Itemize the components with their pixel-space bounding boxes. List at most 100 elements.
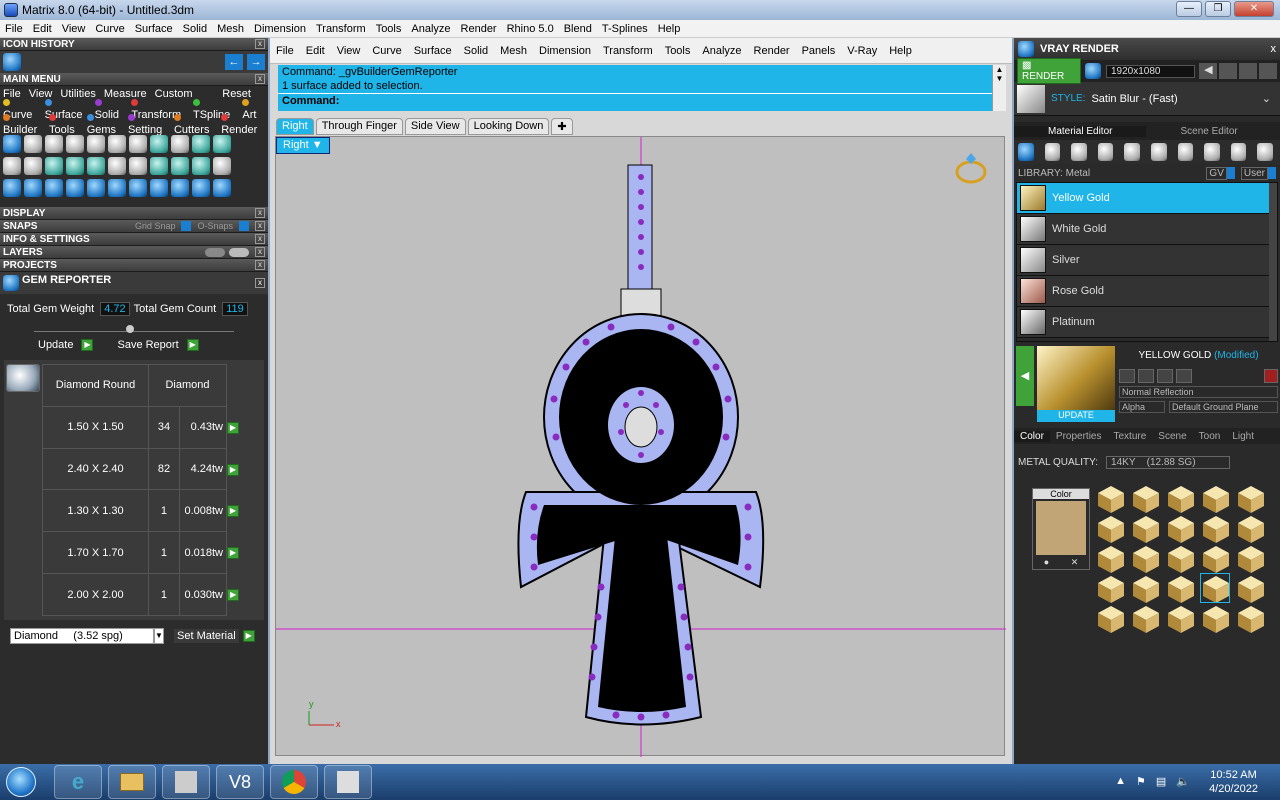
color-picker-icon[interactable]: ●: [1044, 557, 1049, 568]
close-icon[interactable]: x: [255, 208, 265, 218]
tab-toon[interactable]: Toon: [1193, 431, 1227, 442]
metal-preset-cube[interactable]: [1236, 604, 1264, 633]
menu-mesh[interactable]: Mesh: [212, 23, 249, 35]
trim-tool-icon[interactable]: [45, 179, 63, 197]
tool-icon[interactable]: [1119, 369, 1135, 383]
material-yellow-gold[interactable]: Yellow Gold: [1017, 183, 1277, 214]
material-scrollbar[interactable]: [1269, 183, 1277, 341]
render-button[interactable]: ▩ RENDER: [1017, 58, 1082, 84]
minimize-button[interactable]: —: [1176, 1, 1202, 17]
menu-blend[interactable]: Blend: [559, 23, 597, 35]
grid-snap-toggle[interactable]: [181, 221, 192, 231]
metal-preset-cube[interactable]: [1236, 574, 1264, 603]
row-select-button[interactable]: ▶: [227, 463, 239, 476]
bend-tool-icon[interactable]: [171, 179, 189, 197]
menu-file[interactable]: File: [0, 23, 28, 35]
cat-setting[interactable]: Setting: [127, 112, 170, 136]
color-swatch[interactable]: [1036, 501, 1086, 555]
viewport[interactable]: Right ▼ y x: [275, 136, 1006, 757]
eye-icon[interactable]: [229, 247, 249, 257]
rewind-icon[interactable]: ◀: [1199, 63, 1218, 79]
tab-material-editor[interactable]: Material Editor: [1014, 125, 1147, 137]
row-select-button[interactable]: ▶: [227, 547, 239, 560]
metal-preset-cube[interactable]: [1131, 604, 1159, 633]
curve-tool-icon[interactable]: [24, 179, 42, 197]
cutter-tool-icon[interactable]: [87, 135, 105, 153]
collapse-arrow-icon[interactable]: ◀: [1016, 346, 1034, 406]
gem-slider[interactable]: [34, 322, 234, 333]
main-menu-header[interactable]: MAIN MENU x: [0, 73, 268, 86]
cat-tools[interactable]: Tools: [49, 112, 83, 136]
row-select-button[interactable]: ▶: [227, 589, 240, 602]
material-silver[interactable]: Silver: [1017, 245, 1277, 276]
tab-through-finger[interactable]: Through Finger: [315, 118, 403, 135]
move-tool-icon[interactable]: [87, 179, 105, 197]
drop-icon[interactable]: [1018, 143, 1034, 161]
main-menu-help[interactable]: Help: [883, 45, 918, 57]
sweep-tool-icon[interactable]: [192, 157, 210, 175]
close-icon[interactable]: x: [255, 234, 265, 244]
main-menu-analyze[interactable]: Analyze: [696, 45, 747, 57]
slider-handle[interactable]: [126, 325, 134, 333]
tab-color[interactable]: Color: [1014, 430, 1050, 442]
tab-properties[interactable]: Properties: [1050, 431, 1108, 442]
metal-preset-cube[interactable]: [1096, 544, 1124, 573]
shank-tool-icon[interactable]: [150, 135, 168, 153]
main-menu-panels[interactable]: Panels: [796, 45, 842, 57]
pen-tool-icon[interactable]: [171, 135, 189, 153]
metal-preset-cube[interactable]: [1201, 514, 1229, 543]
metal-preset-cube[interactable]: [1166, 514, 1194, 543]
pave-tool-icon[interactable]: [129, 135, 147, 153]
reset-icon[interactable]: [1264, 369, 1278, 383]
metal-preset-cube[interactable]: [1201, 484, 1229, 513]
metal-quality-select[interactable]: 14KY (12.88 SG): [1106, 455, 1231, 469]
style-select[interactable]: Satin Blur - (Fast): [1091, 93, 1177, 105]
ie-taskbar-icon[interactable]: e: [54, 765, 102, 799]
ring-tool-icon[interactable]: [3, 157, 21, 175]
save-tool-icon[interactable]: [213, 157, 231, 175]
display-header[interactable]: DISPLAY x: [0, 207, 268, 220]
material-select[interactable]: Diamond (3.52 spg): [10, 628, 154, 644]
cat-render[interactable]: Render: [221, 112, 265, 136]
metal-preset-cube[interactable]: [1096, 484, 1124, 513]
stamp-tool-icon[interactable]: [129, 157, 147, 175]
cat-builder[interactable]: Builder: [3, 112, 45, 136]
metal-preset-cube[interactable]: [1236, 514, 1264, 543]
command-scrollbar[interactable]: ▲ ▼: [992, 65, 1006, 111]
gallery-tool-icon[interactable]: [45, 157, 63, 175]
menu-view[interactable]: View: [57, 23, 91, 35]
metal-preset-cube[interactable]: [1236, 544, 1264, 573]
metal-preset-cube[interactable]: [1201, 544, 1229, 573]
metal-preset-cube[interactable]: [1096, 514, 1124, 543]
menu-tsplines[interactable]: T-Splines: [597, 23, 653, 35]
cat-gems[interactable]: Gems: [86, 112, 124, 136]
update-preview-button[interactable]: UPDATE: [1037, 410, 1115, 422]
clear-color-icon[interactable]: ✕: [1071, 557, 1079, 568]
close-icon[interactable]: x: [255, 278, 265, 288]
save-report-button[interactable]: ▶: [186, 339, 199, 351]
user-toggle[interactable]: User: [1240, 166, 1268, 180]
close-icon[interactable]: x: [255, 260, 265, 270]
menu-edit[interactable]: Edit: [28, 23, 57, 35]
circle-tool-icon[interactable]: [213, 179, 231, 197]
table-row[interactable]: 1.30 X 1.30 1 0.008tw ▶: [42, 489, 240, 533]
gem-tool-icon[interactable]: [66, 135, 84, 153]
row-select-button[interactable]: ▶: [227, 421, 239, 434]
box-tool-icon[interactable]: [108, 135, 126, 153]
set-material-button[interactable]: ▶: [242, 630, 255, 642]
tray-arrow-icon[interactable]: ▲: [1115, 775, 1126, 788]
network-icon[interactable]: ▤: [1156, 775, 1166, 788]
list-icon[interactable]: [1239, 63, 1258, 79]
rhino-taskbar-icon[interactable]: [324, 765, 372, 799]
image-tool-icon[interactable]: [192, 135, 210, 153]
metal-preset-cube[interactable]: [1096, 574, 1124, 603]
ankh-model[interactable]: y x: [276, 137, 1006, 757]
command-prompt[interactable]: Command:: [278, 93, 1006, 108]
row-select-button[interactable]: ▶: [227, 505, 239, 518]
metal-preset-cube[interactable]: [1131, 484, 1159, 513]
arrow-left-icon[interactable]: ←: [225, 54, 243, 70]
resolution-select[interactable]: 1920x1080: [1106, 64, 1196, 78]
layers-toggle-icon[interactable]: [205, 247, 225, 257]
alpha-toggle[interactable]: Alpha: [1119, 401, 1165, 413]
projects-header[interactable]: PROJECTS x: [0, 259, 268, 272]
